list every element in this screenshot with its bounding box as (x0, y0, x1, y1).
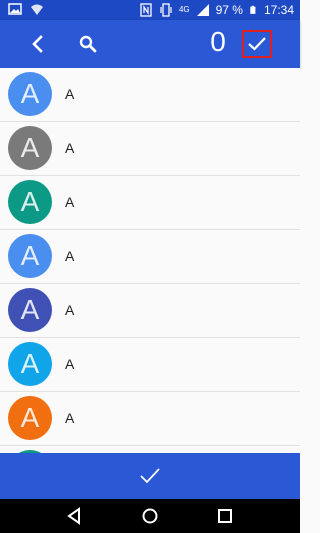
navigation-bar (0, 499, 300, 533)
network-type: 4G (178, 5, 190, 14)
back-triangle-icon (67, 507, 80, 525)
checkmark-icon (140, 468, 160, 484)
wifi-icon (31, 4, 43, 15)
avatar-letter: A (20, 132, 40, 163)
contact-avatar: A (8, 396, 52, 440)
contact-avatar: A (8, 180, 52, 224)
avatar-letter: A (20, 294, 40, 325)
contact-avatar: A (8, 288, 52, 332)
avatar-letter: A (20, 78, 40, 109)
avatar-letter: A (20, 240, 40, 271)
contact-name: A (65, 356, 75, 372)
back-button[interactable] (26, 32, 50, 56)
home-circle-icon (142, 508, 158, 524)
confirm-selection-bar[interactable] (0, 453, 300, 499)
contact-avatar: A (8, 72, 52, 116)
contact-name: A (65, 302, 75, 318)
contact-row[interactable]: A A (0, 122, 300, 176)
contact-avatar: A (8, 126, 52, 170)
battery-icon (250, 5, 256, 14)
battery-percent: 97 % (215, 3, 243, 17)
status-bar-right: 4G 97 % 17:34 (139, 3, 294, 17)
avatar-letter: A (20, 402, 40, 433)
image-icon (8, 3, 22, 15)
status-bar-left (8, 2, 44, 16)
contact-avatar: A (8, 342, 52, 386)
avatar-letter: A (20, 348, 40, 379)
clock: 17:34 (263, 3, 294, 17)
contact-name: A (65, 86, 75, 102)
contact-name: A (65, 140, 75, 156)
nfc-icon (140, 3, 152, 17)
nav-home-button[interactable] (140, 506, 160, 526)
contact-row[interactable]: A A (0, 68, 300, 122)
contact-row[interactable]: A A (0, 284, 300, 338)
search-icon (79, 35, 97, 53)
contact-row[interactable]: A A (0, 230, 300, 284)
contact-row[interactable]: A A (0, 176, 300, 230)
contact-name: A (65, 248, 75, 264)
signal-icon (196, 4, 209, 16)
contact-row[interactable]: A A (0, 338, 300, 392)
contact-list[interactable]: A A A A A A A A A A A A A A (0, 68, 300, 453)
recents-square-icon (218, 509, 232, 523)
nav-recents-button[interactable] (215, 506, 235, 526)
contact-row[interactable] (0, 446, 300, 453)
back-arrow-icon (32, 35, 43, 53)
contact-name: A (65, 194, 75, 210)
selected-count: 0 (210, 26, 226, 57)
app-bar: 0 (0, 20, 300, 68)
contact-avatar: A (8, 234, 52, 278)
contact-name: A (65, 410, 75, 426)
nav-back-button[interactable] (65, 506, 85, 526)
checkmark-icon (248, 37, 266, 51)
search-button[interactable] (76, 32, 100, 56)
avatar-letter: A (20, 186, 40, 217)
status-bar: 4G 97 % 17:34 (0, 0, 300, 20)
confirm-button[interactable] (242, 30, 272, 58)
contact-row[interactable]: A A (0, 392, 300, 446)
vibrate-icon (160, 3, 172, 17)
